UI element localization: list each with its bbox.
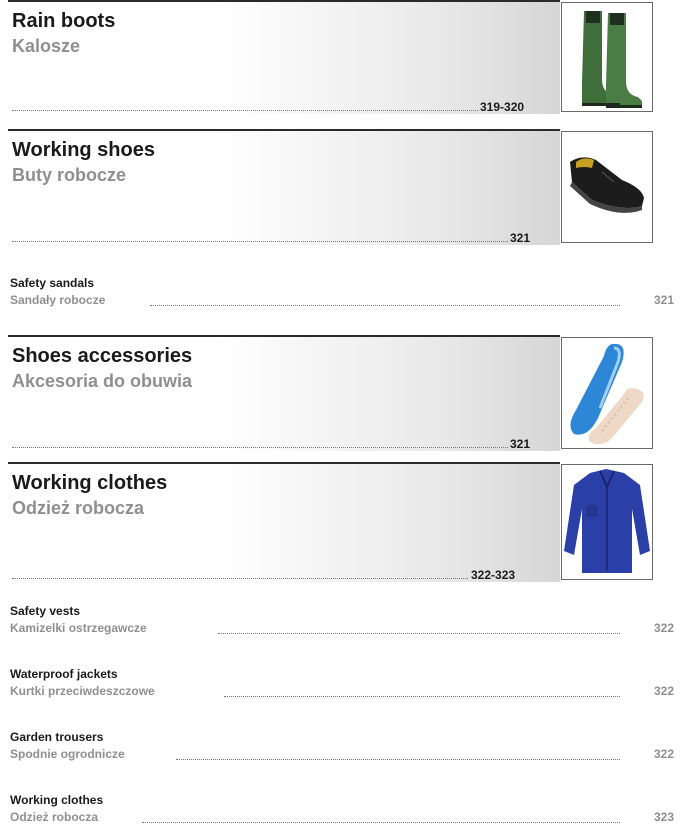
entry-working-clothes: Working clothes Odzież robocza 323: [10, 793, 674, 827]
dot-leader: [12, 577, 468, 579]
entry-subtitle: Sandały robocze: [10, 293, 106, 307]
entry-subtitle: Kurtki przeciwdeszczowe: [10, 684, 155, 698]
entry-safety-sandals: Safety sandals Sandały robocze 321: [10, 276, 674, 310]
dot-leader: [150, 304, 620, 306]
section-page-number[interactable]: 319-320: [480, 100, 524, 114]
entry-page-number[interactable]: 322: [654, 684, 674, 698]
rain-boots-image: [561, 2, 653, 112]
entry-waterproof-jackets: Waterproof jackets Kurtki przeciwdeszczo…: [10, 667, 674, 701]
section-title: Working clothes: [12, 472, 168, 494]
entry-page-number[interactable]: 323: [654, 810, 674, 824]
dot-leader: [142, 821, 620, 823]
section-page-number[interactable]: 321: [510, 437, 530, 451]
entry-page-number[interactable]: 321: [654, 293, 674, 307]
entry-garden-trousers: Garden trousers Spodnie ogrodnicze 322: [10, 730, 674, 764]
work-jacket-image: [561, 464, 653, 580]
section-subtitle: Akcesoria do obuwia: [12, 371, 193, 391]
section-subtitle: Buty robocze: [12, 165, 127, 185]
entry-title: Waterproof jackets: [10, 667, 118, 681]
entry-title: Safety sandals: [10, 276, 95, 290]
section-page-number[interactable]: 321: [510, 231, 530, 245]
entry-subtitle: Kamizelki ostrzegawcze: [10, 621, 147, 635]
working-shoe-image: [561, 131, 653, 243]
section-rain-boots: Rain boots Kalosze 319-320: [8, 0, 560, 114]
section-working-shoes: Working shoes Buty robocze 321: [8, 129, 560, 245]
entry-title: Garden trousers: [10, 730, 104, 744]
dot-leader: [12, 109, 478, 111]
entry-subtitle: Spodnie ogrodnicze: [10, 747, 125, 761]
section-shoes-accessories: Shoes accessories Akcesoria do obuwia 32…: [8, 335, 560, 451]
section-subtitle: Kalosze: [12, 36, 81, 56]
dot-leader: [224, 695, 620, 697]
section-page-number[interactable]: 322-323: [471, 568, 515, 582]
section-subtitle: Odzież robocza: [12, 498, 145, 518]
section-title: Rain boots: [12, 10, 116, 32]
entry-title: Safety vests: [10, 604, 81, 618]
section-title: Shoes accessories: [12, 345, 193, 367]
section-working-clothes: Working clothes Odzież robocza 322-323: [8, 462, 560, 582]
dot-leader: [218, 632, 620, 634]
dot-leader: [12, 240, 508, 242]
section-title: Working shoes: [12, 139, 155, 161]
entry-subtitle: Odzież robocza: [10, 810, 99, 824]
dot-leader: [176, 758, 620, 760]
entry-title: Working clothes: [10, 793, 104, 807]
entry-safety-vests: Safety vests Kamizelki ostrzegawcze 322: [10, 604, 674, 638]
entry-page-number[interactable]: 322: [654, 747, 674, 761]
entry-page-number[interactable]: 322: [654, 621, 674, 635]
shoe-insoles-image: [561, 337, 653, 449]
dot-leader: [12, 446, 508, 448]
